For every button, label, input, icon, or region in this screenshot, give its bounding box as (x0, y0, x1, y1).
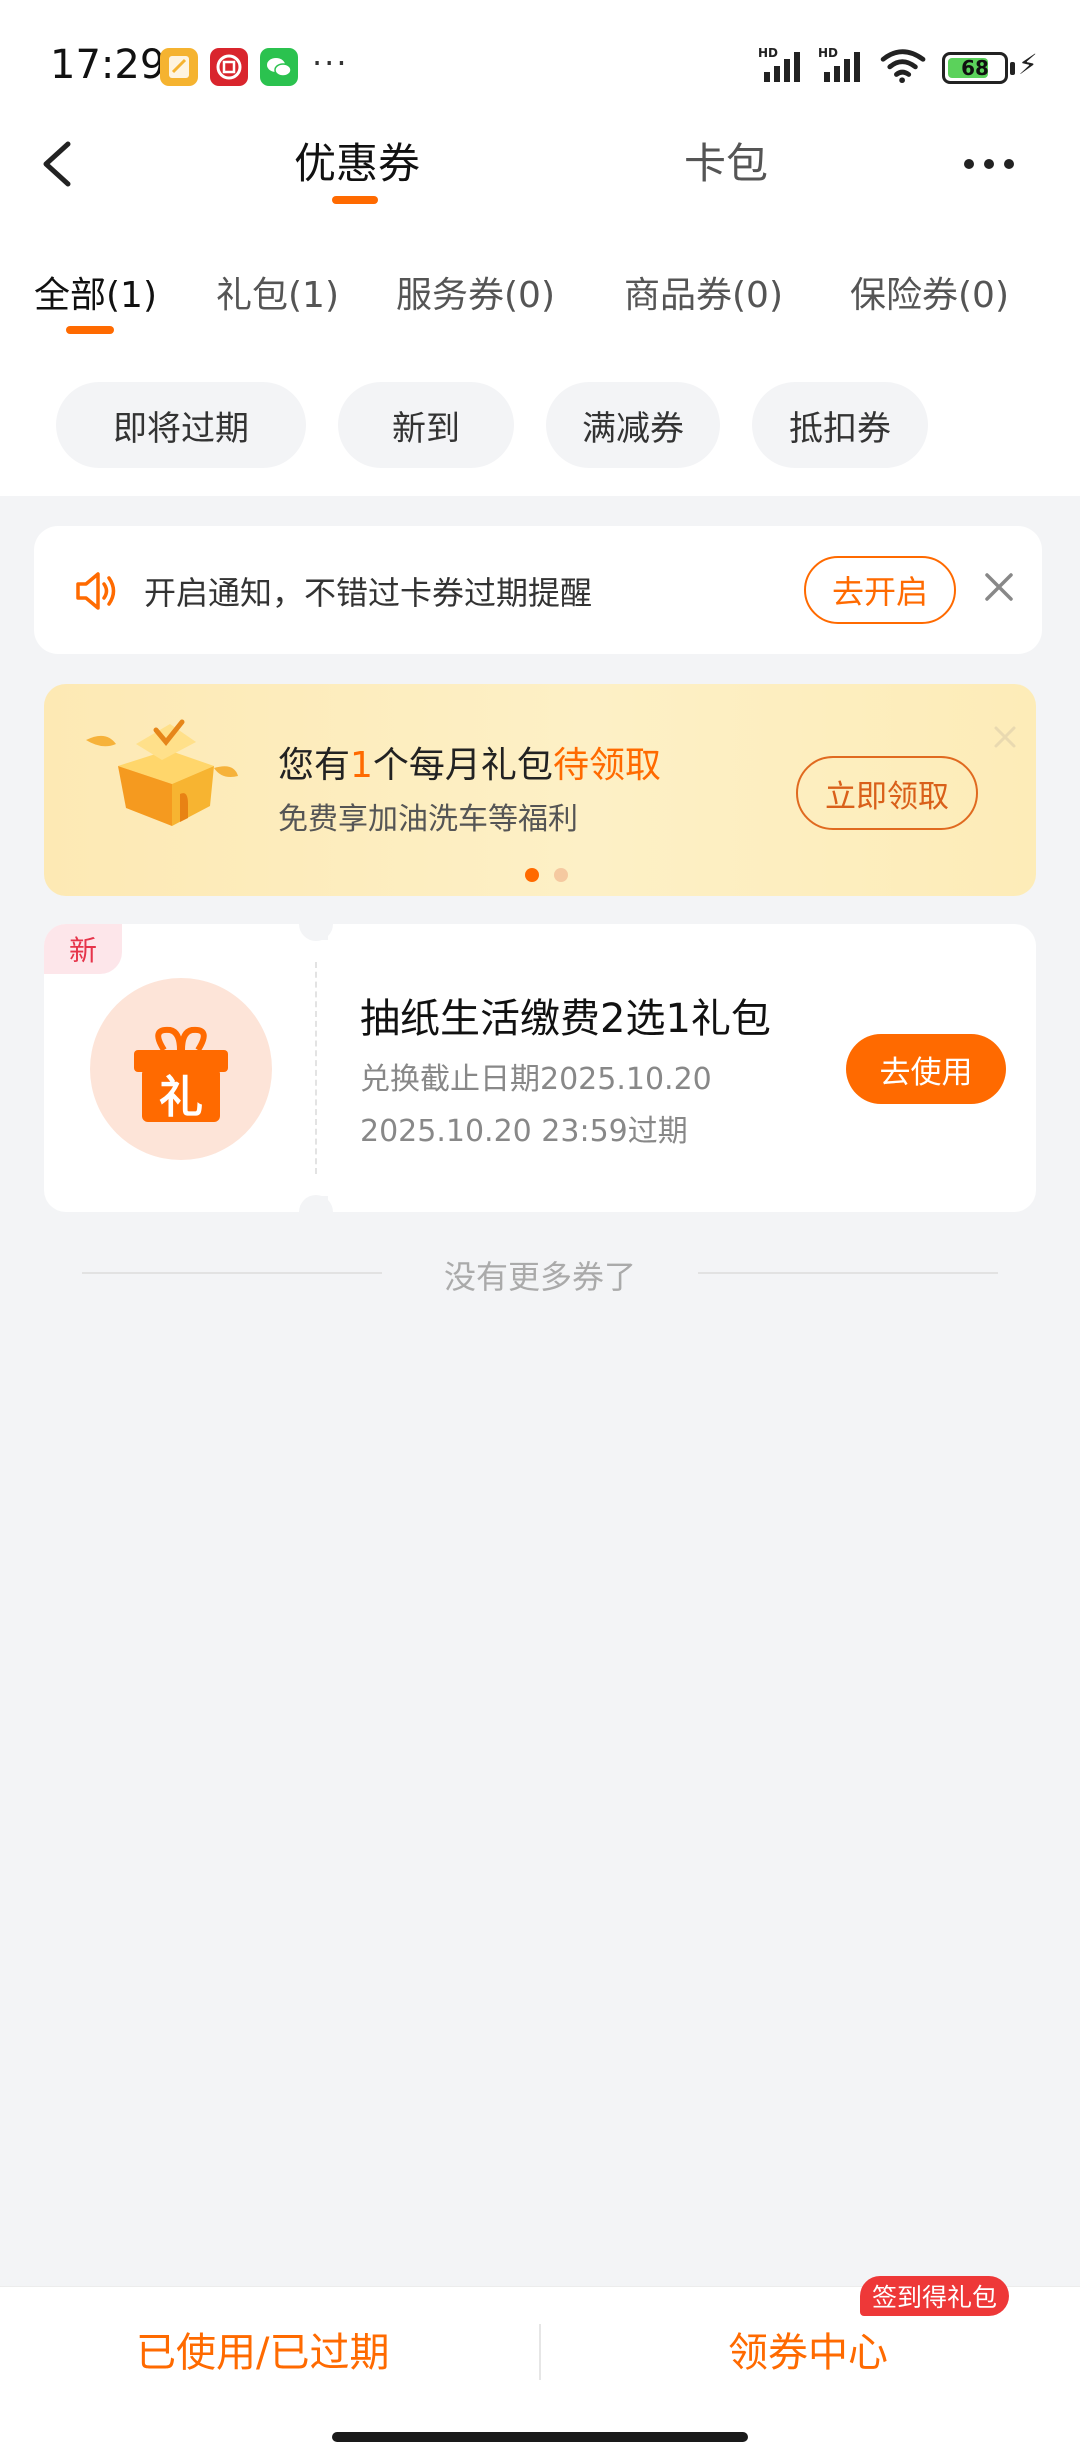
carousel-dot-active (525, 868, 539, 882)
expiry-time: 2025.10.20 23:59过期 (360, 1114, 688, 1149)
tab-coupons[interactable]: 优惠券 (294, 130, 420, 191)
coupon-card-bridge (306, 940, 340, 1196)
tab-card-wallet[interactable]: 卡包 (684, 130, 768, 191)
no-more-coupons-text: 没有更多券了 (443, 1258, 636, 1296)
back-arrow-icon[interactable] (36, 138, 80, 190)
category-tab-service[interactable]: 服务券(0) (396, 266, 555, 318)
wechat-icon (260, 48, 298, 86)
speaker-icon (76, 572, 116, 610)
checkin-gift-badge: 签到得礼包 (860, 2276, 1010, 2316)
more-options-icon[interactable] (964, 144, 1024, 184)
notes-app-icon (160, 48, 198, 86)
home-indicator[interactable] (332, 2432, 748, 2442)
tab-coupons-indicator (332, 196, 378, 204)
status-time: 17:29 (50, 42, 166, 88)
filter-discount[interactable]: 满减券 (546, 382, 720, 468)
carousel-dot (554, 868, 568, 882)
battery-tip (1010, 62, 1015, 75)
bank-app-icon (210, 48, 248, 86)
coupon-divider (315, 962, 317, 1174)
notification-text: 开启通知，不错过卡券过期提醒 (144, 574, 593, 612)
coupon-title: 抽纸生活缴费2选1礼包 (360, 996, 771, 1042)
new-badge: 新 (44, 924, 122, 974)
category-tab-insurance[interactable]: 保险券(0) (850, 266, 1009, 318)
filter-expiring-soon[interactable]: 即将过期 (56, 382, 306, 468)
use-coupon-button[interactable]: 去使用 (846, 1034, 1006, 1104)
charging-icon: ⚡ (1018, 48, 1038, 81)
category-tab-indicator (66, 326, 114, 334)
coupon-notch-bottom (299, 1195, 333, 1229)
coupon-center-button[interactable]: 领券中心 (728, 2320, 888, 2378)
signal-icon-2: HD (818, 46, 860, 82)
gift-box-illustration-icon (86, 719, 238, 826)
bottom-divider (539, 2324, 541, 2380)
redeem-deadline: 兑换截止日期2025.10.20 (360, 1062, 712, 1097)
svg-text:礼: 礼 (159, 1072, 203, 1123)
category-scroll-fade (1010, 230, 1080, 340)
category-tab-goods[interactable]: 商品券(0) (624, 266, 783, 318)
coupon-notch-top (299, 907, 333, 941)
signal-icon: HD (758, 46, 800, 82)
category-tab-gift[interactable]: 礼包(1) (216, 266, 339, 318)
gift-icon: 礼 (134, 1026, 228, 1123)
more-notifications-icon: ··· (312, 44, 349, 82)
filter-deduction[interactable]: 抵扣券 (752, 382, 928, 468)
banner-close-icon[interactable] (992, 724, 1018, 750)
wifi-icon (880, 49, 926, 84)
svg-text:HD: HD (758, 46, 778, 60)
enable-notification-button[interactable]: 去开启 (804, 556, 956, 624)
banner-title: 您有1个每月礼包待领取 (278, 745, 661, 786)
category-tab-all[interactable]: 全部(1) (34, 266, 157, 318)
close-icon[interactable] (982, 570, 1016, 604)
banner-subtitle: 免费享加油洗车等福利 (278, 802, 578, 837)
used-expired-button[interactable]: 已使用/已过期 (136, 2320, 389, 2378)
svg-text:HD: HD (818, 46, 838, 60)
filter-new[interactable]: 新到 (338, 382, 514, 468)
battery-icon: 68 (942, 52, 1008, 84)
claim-now-button[interactable]: 立即领取 (796, 756, 978, 830)
